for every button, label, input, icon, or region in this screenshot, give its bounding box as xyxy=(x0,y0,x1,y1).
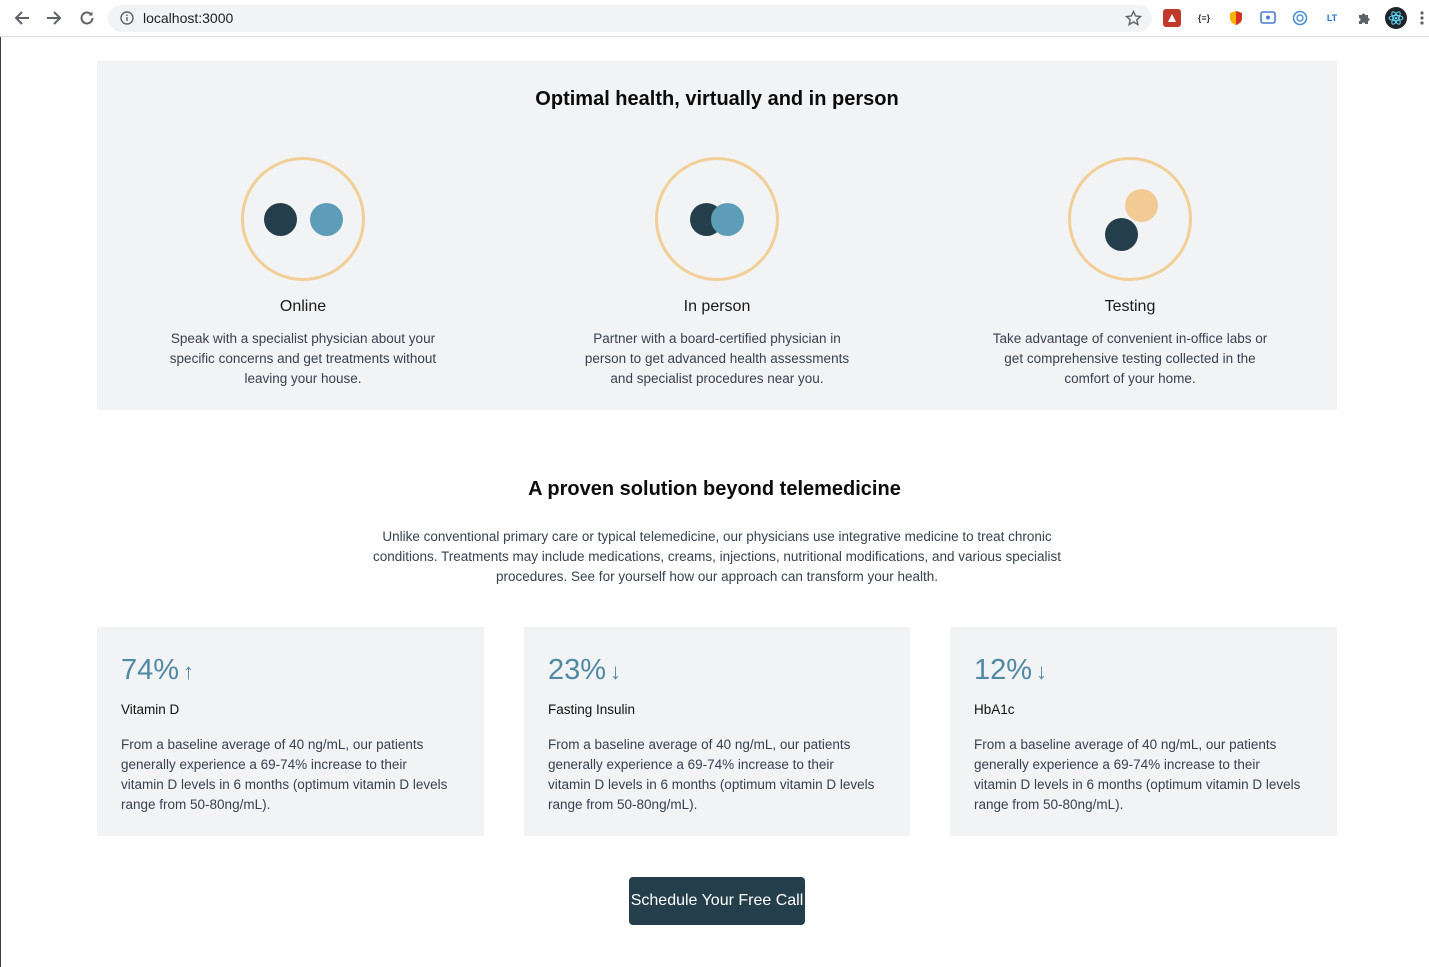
feature-title: Testing xyxy=(1104,298,1156,315)
forward-arrow-icon xyxy=(47,11,62,25)
feature-title: Online xyxy=(279,298,327,315)
lt-icon[interactable]: LT xyxy=(1323,9,1341,27)
schedule-call-button[interactable]: Schedule Your Free Call xyxy=(629,877,805,925)
arrow-down-icon: ↓ xyxy=(1036,659,1048,684)
stat-value: 74% ↑ xyxy=(121,654,195,686)
stat-description: From a baseline average of 40 ng/mL, our… xyxy=(548,737,875,812)
feature-online: Online Speak with a specialist physician… xyxy=(153,157,453,389)
stat-description: From a baseline average of 40 ng/mL, our… xyxy=(121,737,448,812)
stat-label: Vitamin D xyxy=(121,702,180,717)
reload-icon xyxy=(80,11,94,25)
stat-card-hba1c: 12% ↓ HbA1c From a baseline average of 40… xyxy=(950,627,1337,836)
forward-button[interactable] xyxy=(43,7,65,29)
back-arrow-icon xyxy=(14,11,29,25)
section-title: Optimal health, virtually and in person xyxy=(535,88,899,110)
back-button[interactable] xyxy=(11,7,33,29)
section-description: Unlike conventional primary care or typi… xyxy=(372,529,1062,584)
browser-toolbar: localhost:3000 {≡} LT xyxy=(0,0,1429,37)
stat-card-vitamin-d: 74% ↑ Vitamin D From a baseline average o… xyxy=(97,627,484,836)
address-bar[interactable]: localhost:3000 xyxy=(108,5,1152,32)
info-icon[interactable] xyxy=(120,11,134,30)
window-edge xyxy=(0,37,1,967)
stat-value: 12% ↓ xyxy=(974,654,1048,686)
screen-icon[interactable] xyxy=(1259,9,1277,27)
stat-card-fasting-insulin: 23% ↓ Fasting Insulin From a baseline ave… xyxy=(524,627,910,836)
feature-testing: Testing Take advantage of convenient in-… xyxy=(980,157,1280,389)
bookmark-star-icon[interactable] xyxy=(1124,9,1143,32)
shield-icon[interactable] xyxy=(1227,9,1245,27)
react-icon[interactable] xyxy=(1385,7,1407,29)
section-title: A proven solution beyond telemedicine xyxy=(528,478,901,500)
feature-description: Take advantage of convenient in-office l… xyxy=(992,331,1268,386)
feature-description: Partner with a board-certified physician… xyxy=(584,331,850,386)
testing-illustration-icon xyxy=(1068,157,1192,281)
reload-button[interactable] xyxy=(76,7,98,29)
json-icon[interactable]: {≡} xyxy=(1195,9,1213,27)
stat-value: 23% ↓ xyxy=(548,654,622,686)
feature-title: In person xyxy=(683,298,751,315)
feature-description: Speak with a specialist physician about … xyxy=(169,331,437,386)
stat-description: From a baseline average of 40 ng/mL, our… xyxy=(974,737,1301,812)
arrow-up-icon: ↑ xyxy=(183,659,195,684)
url-text[interactable]: localhost:3000 xyxy=(143,10,233,27)
puzzle-icon[interactable] xyxy=(1355,9,1373,27)
feature-in-person: In person Partner with a board-certified… xyxy=(567,157,867,389)
online-illustration-icon xyxy=(241,157,365,281)
stat-label: HbA1c xyxy=(974,702,1015,717)
arrow-down-icon: ↓ xyxy=(610,659,622,684)
in-person-illustration-icon xyxy=(655,157,779,281)
menu-kebab-icon[interactable] xyxy=(1418,9,1426,27)
circle-icon[interactable] xyxy=(1291,9,1309,27)
ext-red-icon[interactable] xyxy=(1163,9,1181,27)
care-options-section: Optimal health, virtually and in person … xyxy=(97,61,1337,410)
stat-label: Fasting Insulin xyxy=(548,702,636,717)
